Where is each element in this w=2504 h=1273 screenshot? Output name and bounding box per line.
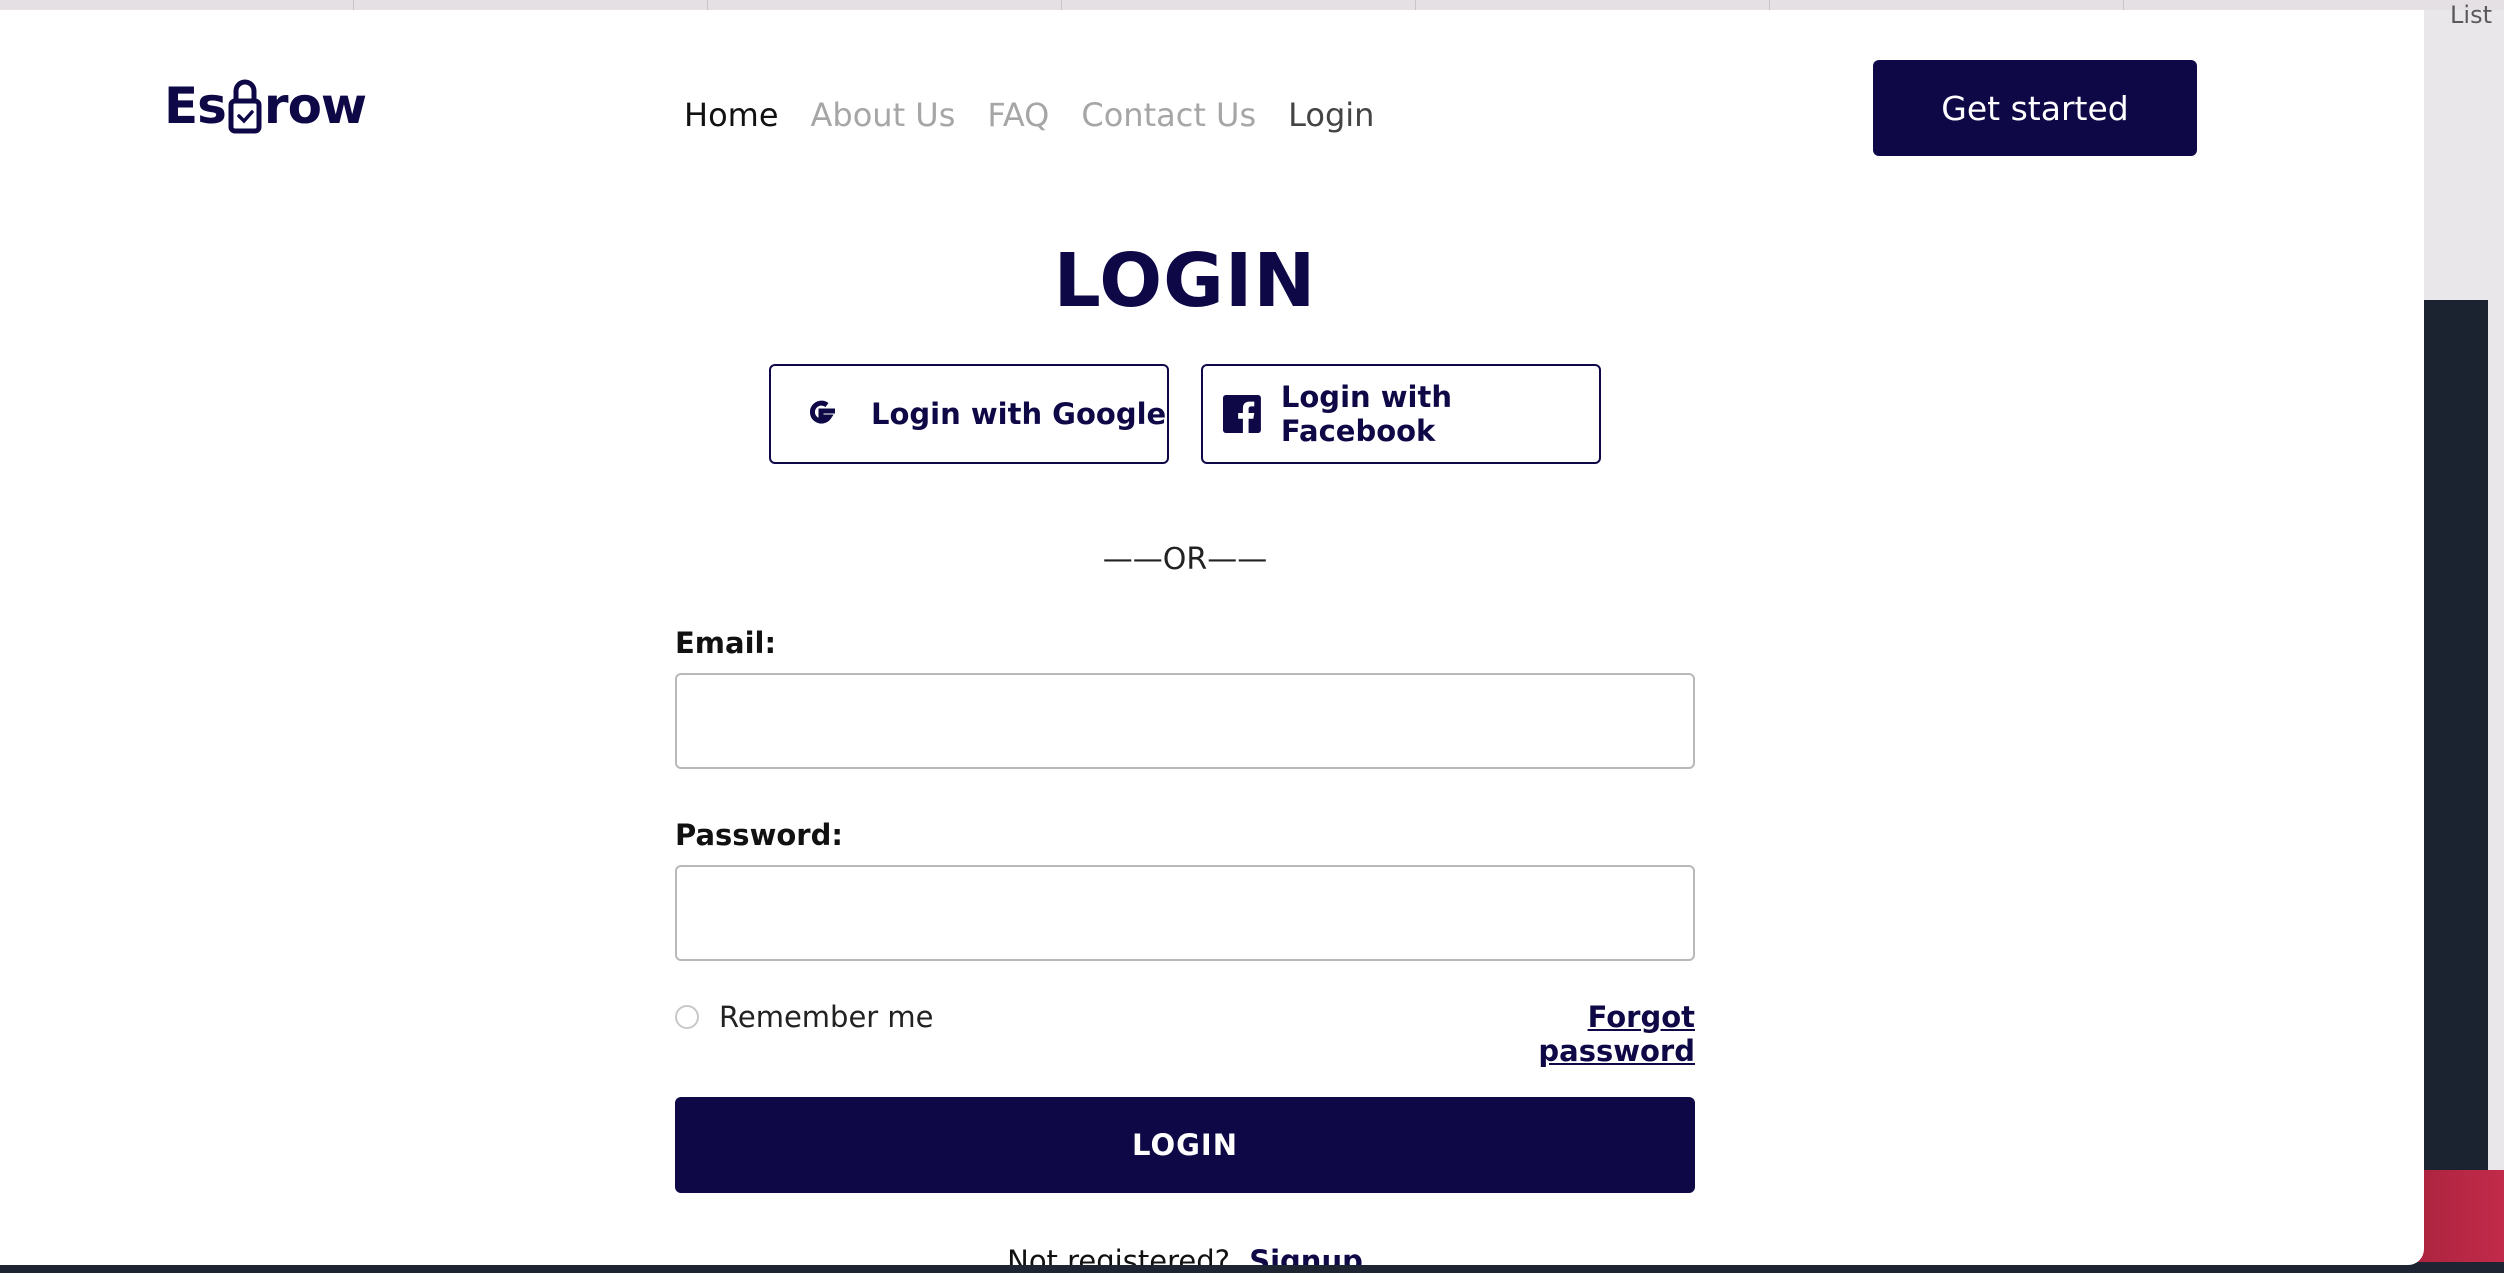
nav-faq[interactable]: FAQ: [987, 96, 1049, 134]
email-field[interactable]: [675, 673, 1695, 769]
facebook-button-label: Login with Facebook: [1280, 380, 1452, 448]
logo-text-left: Es: [164, 77, 227, 135]
browser-tab-peek-label[interactable]: List: [2424, 0, 2504, 30]
email-label: Email:: [675, 626, 777, 660]
browser-tab[interactable]: [1062, 0, 1416, 10]
nav-contact-us[interactable]: Contact Us: [1081, 96, 1256, 134]
browser-tab[interactable]: [354, 0, 708, 10]
google-button-label: Login with Google: [871, 397, 1167, 431]
nav-login[interactable]: Login: [1288, 96, 1374, 134]
get-started-button[interactable]: Get started: [1873, 60, 2197, 156]
google-icon: [810, 400, 835, 424]
nav-about-us[interactable]: About Us: [811, 96, 956, 134]
password-field[interactable]: [675, 865, 1695, 961]
lock-icon: [228, 79, 262, 134]
facebook-icon: [1223, 395, 1261, 433]
nav-home[interactable]: Home: [684, 96, 779, 134]
logo-text-right: row: [263, 77, 367, 135]
page-title: LOGIN: [1053, 238, 1317, 324]
remember-me-toggle[interactable]: Remember me: [675, 1000, 934, 1034]
browser-tab[interactable]: [708, 0, 1062, 10]
remember-me-radio[interactable]: [675, 1005, 699, 1029]
modal-window: Es row Home About Us FAQ Contact Us Logi…: [0, 10, 2424, 1265]
remember-me-label: Remember me: [719, 1000, 934, 1034]
forgot-password-link[interactable]: Forgot password: [1470, 1000, 1695, 1068]
or-divider: ——OR——: [1102, 542, 1268, 577]
login-with-google-button[interactable]: Login with Google: [769, 364, 1169, 464]
signup-prompt: Not registered? Signup: [0, 1244, 2370, 1265]
main-nav: Home About Us FAQ Contact Us Login: [684, 96, 1374, 134]
logo[interactable]: Es row: [164, 76, 367, 136]
browser-tab[interactable]: [1770, 0, 2124, 10]
browser-tab[interactable]: [0, 0, 354, 10]
browser-tab[interactable]: [1416, 0, 1770, 10]
login-with-facebook-button[interactable]: Login with Facebook: [1201, 364, 1601, 464]
login-submit-button[interactable]: LOGIN: [675, 1097, 1695, 1193]
password-label: Password:: [675, 818, 843, 852]
browser-tabstrip: [0, 0, 2504, 10]
not-registered-text: Not registered?: [1007, 1244, 1230, 1265]
signup-link[interactable]: Signup: [1249, 1244, 1363, 1265]
